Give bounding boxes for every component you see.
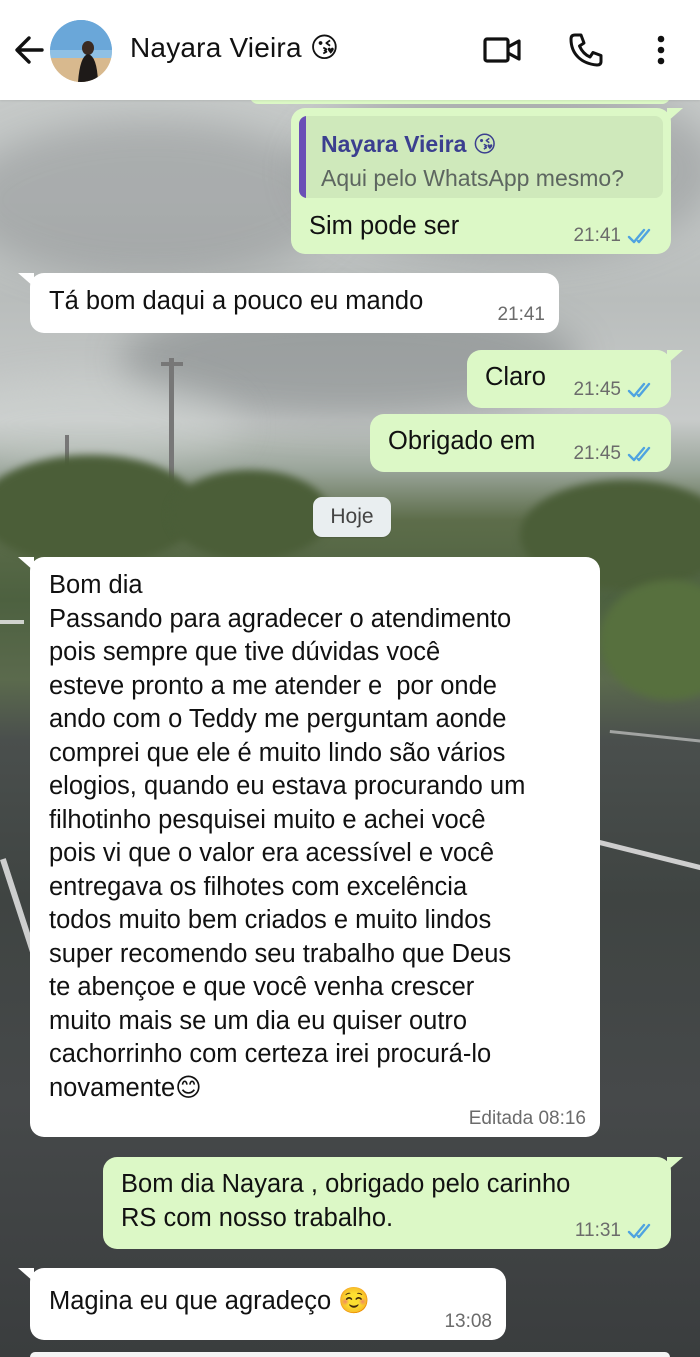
video-call-button[interactable]: [482, 30, 522, 70]
message-time: 21:45: [573, 379, 621, 400]
message-meta: 21:41: [573, 226, 657, 246]
quoted-message[interactable]: Nayara Vieira 😘 Aqui pelo WhatsApp mesmo…: [299, 116, 663, 198]
message-incoming[interactable]: Magina eu que agradeço ☺️ 13:08: [18, 1268, 506, 1340]
message-time: 11:31: [574, 1220, 621, 1241]
contact-name[interactable]: Nayara Vieira 😘: [130, 31, 339, 64]
message-text: Sim pode ser: [309, 212, 460, 240]
chat-header: Nayara Vieira 😘: [0, 0, 700, 100]
video-call-icon: [483, 37, 521, 63]
more-vert-icon: [657, 35, 665, 65]
voice-call-button[interactable]: [566, 30, 606, 70]
quoted-sender-name: Nayara Vieira 😘: [321, 131, 497, 157]
double-check-icon: [627, 1223, 651, 1239]
bubble-tail: [18, 557, 34, 571]
message-meta: 11:31: [575, 1221, 657, 1241]
message-meta: Editada 08:16: [469, 1109, 586, 1129]
avatar-photo: [50, 20, 112, 82]
message-outgoing[interactable]: Nayara Vieira 😘 Aqui pelo WhatsApp mesmo…: [291, 108, 683, 254]
message-time: Editada 08:16: [468, 1108, 586, 1129]
next-message-edge: [30, 1352, 670, 1357]
message-meta: 21:41: [497, 305, 545, 325]
message-time: 21:45: [573, 443, 621, 464]
message-time: 21:41: [497, 304, 545, 325]
message-text: Bom dia Nayara , obrigado pelo carinho R…: [121, 1170, 571, 1232]
message-text: Claro: [485, 363, 546, 391]
double-check-icon: [627, 382, 651, 398]
message-time: 13:08: [444, 1311, 492, 1332]
quoted-text: Aqui pelo WhatsApp mesmo?: [321, 165, 624, 191]
message-incoming[interactable]: Bom dia Passando para agradecer o atendi…: [18, 557, 600, 1137]
message-outgoing[interactable]: Claro 21:45: [467, 350, 683, 408]
date-separator: Hoje: [313, 497, 391, 537]
bubble-tail: [18, 1268, 34, 1282]
message-outgoing[interactable]: Obrigado em 21:45: [370, 414, 671, 472]
quote-bar: [299, 116, 306, 198]
contact-avatar[interactable]: [50, 20, 112, 82]
message-outgoing[interactable]: Bom dia Nayara , obrigado pelo carinho R…: [103, 1157, 683, 1249]
back-button[interactable]: [12, 30, 48, 70]
message-meta: 13:08: [444, 1312, 492, 1332]
message-time: 21:41: [573, 225, 621, 246]
more-options-button[interactable]: [642, 30, 672, 70]
message-text: Obrigado em: [388, 427, 536, 455]
arrow-left-icon: [15, 36, 44, 64]
bubble-tail: [667, 108, 683, 122]
message-text: Magina eu que agradeço ☺️: [49, 1287, 370, 1315]
message-text: Tá bom daqui a pouco eu mando: [49, 287, 424, 315]
double-check-icon: [627, 228, 651, 244]
message-meta: 21:45: [573, 444, 657, 464]
bubble-tail: [667, 1157, 683, 1171]
double-check-icon: [627, 446, 651, 462]
message-incoming[interactable]: Tá bom daqui a pouco eu mando 21:41: [18, 273, 559, 333]
phone-icon: [569, 33, 603, 67]
bubble-tail: [667, 350, 683, 364]
bubble-tail: [18, 273, 34, 287]
message-text: Bom dia Passando para agradecer o atendi…: [49, 571, 526, 1102]
message-meta: 21:45: [573, 380, 657, 400]
